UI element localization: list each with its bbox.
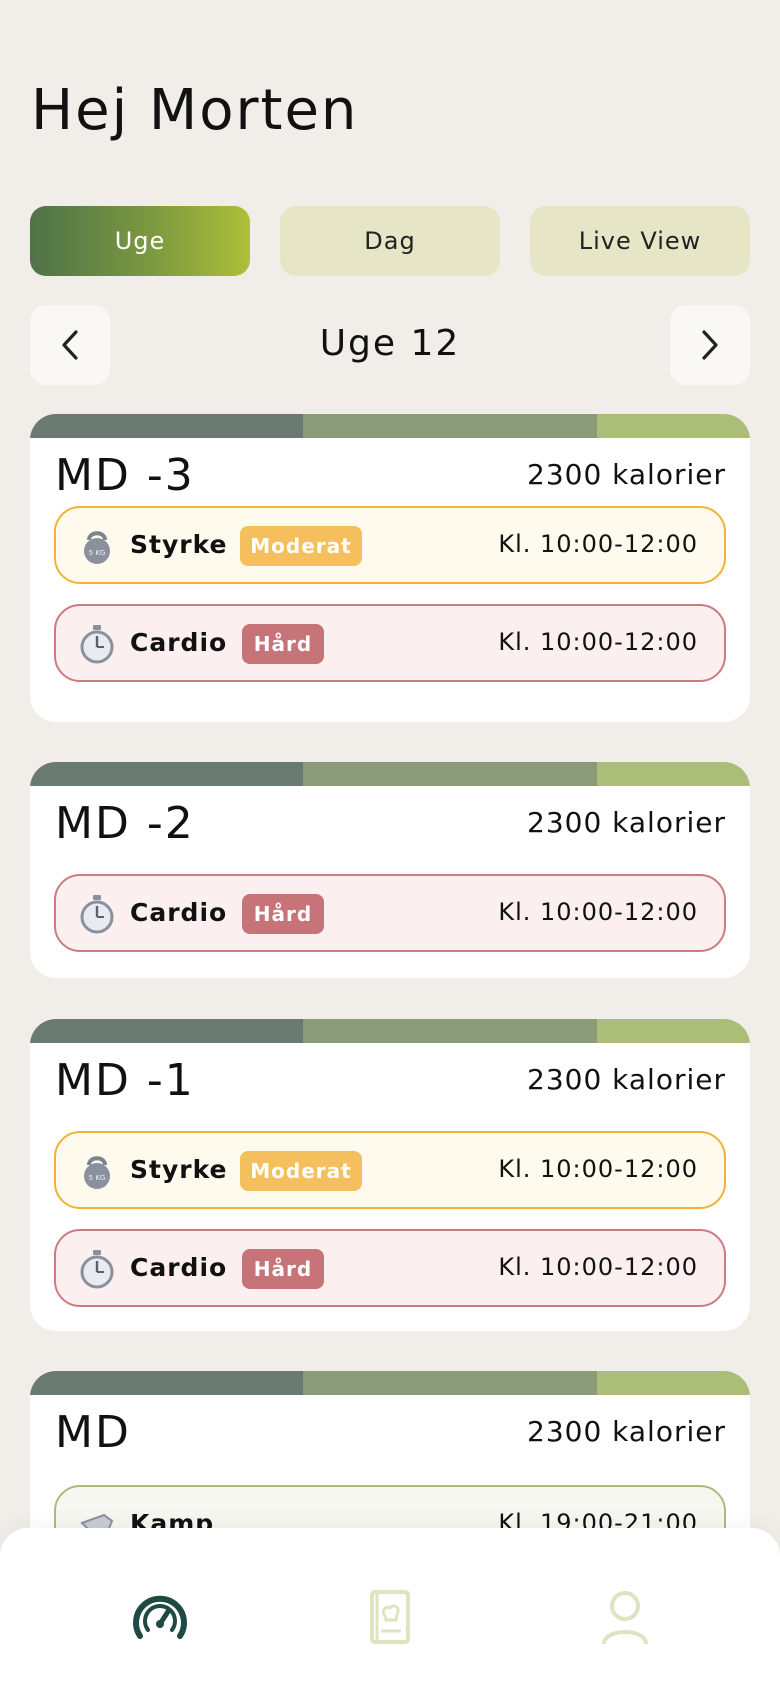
tab-dag[interactable]: Dag: [280, 206, 500, 276]
greeting: Hej Morten: [31, 78, 359, 143]
day-card: MD -3 2300 kalorier 5 KG Styrke Moderat …: [30, 414, 750, 722]
day-calories: 2300 kalorier: [527, 1063, 726, 1096]
session-item[interactable]: Cardio Hård Kl. 10:00-12:00: [54, 604, 726, 682]
stopwatch-icon: [80, 625, 114, 664]
session-name: Cardio: [130, 1253, 228, 1282]
view-tabs: Uge Dag Live View: [30, 206, 750, 276]
session-time: Kl. 10:00-12:00: [498, 628, 698, 656]
session-item[interactable]: Cardio Hård Kl. 10:00-12:00: [54, 874, 726, 952]
bottom-navigation: [0, 1528, 780, 1688]
gauge-icon: [133, 1595, 187, 1639]
session-item[interactable]: 5 KG Styrke Moderat Kl. 10:00-12:00: [54, 506, 726, 584]
intensity-badge: Moderat: [240, 526, 362, 566]
day-intensity-bar: [30, 1019, 750, 1043]
nav-profile[interactable]: [594, 1586, 656, 1648]
kettlebell-icon: 5 KG: [84, 531, 110, 564]
intensity-badge: Hård: [242, 624, 324, 664]
tab-live-view[interactable]: Live View: [530, 206, 750, 276]
stopwatch-icon: [80, 895, 114, 934]
day-title: MD -3: [55, 450, 195, 501]
tab-uge[interactable]: Uge: [30, 206, 250, 276]
session-item[interactable]: 5 KG Styrke Moderat Kl. 10:00-12:00: [54, 1131, 726, 1209]
intensity-badge: Hård: [242, 894, 324, 934]
session-time: Kl. 10:00-12:00: [498, 530, 698, 558]
next-week-button[interactable]: [670, 305, 750, 385]
day-calories: 2300 kalorier: [527, 1415, 726, 1448]
session-time: Kl. 10:00-12:00: [498, 1253, 698, 1281]
day-calories: 2300 kalorier: [527, 458, 726, 491]
session-time: Kl. 10:00-12:00: [498, 898, 698, 926]
intensity-badge: Hård: [242, 1249, 324, 1289]
session-time: Kl. 10:00-12:00: [498, 1155, 698, 1183]
chevron-right-icon: [702, 330, 718, 360]
day-calories: 2300 kalorier: [527, 806, 726, 839]
session-item[interactable]: Cardio Hård Kl. 10:00-12:00: [54, 1229, 726, 1307]
svg-text:5 KG: 5 KG: [89, 1174, 106, 1182]
cookbook-icon: [370, 1590, 410, 1644]
day-title: MD -2: [55, 798, 195, 849]
week-label: Uge 12: [319, 323, 461, 364]
day-intensity-bar: [30, 414, 750, 438]
day-card: MD -2 2300 kalorier Cardio Hård Kl. 10:0…: [30, 762, 750, 978]
session-name: Styrke: [130, 530, 228, 559]
session-name: Styrke: [130, 1155, 228, 1184]
intensity-badge: Moderat: [240, 1151, 362, 1191]
session-name: Cardio: [130, 628, 228, 657]
session-name: Cardio: [130, 898, 228, 927]
stopwatch-icon: [80, 1250, 114, 1289]
day-title: MD: [55, 1407, 131, 1458]
week-navigator: Uge 12: [30, 305, 750, 385]
user-icon: [602, 1591, 648, 1645]
day-card: MD -1 2300 kalorier 5 KG Styrke Moderat …: [30, 1019, 750, 1331]
nav-dashboard[interactable]: [129, 1586, 191, 1648]
svg-text:5 KG: 5 KG: [89, 549, 106, 557]
day-intensity-bar: [30, 762, 750, 786]
day-title: MD -1: [55, 1055, 195, 1106]
nav-recipes[interactable]: [359, 1586, 421, 1648]
day-intensity-bar: [30, 1371, 750, 1395]
kettlebell-icon: 5 KG: [84, 1156, 110, 1189]
